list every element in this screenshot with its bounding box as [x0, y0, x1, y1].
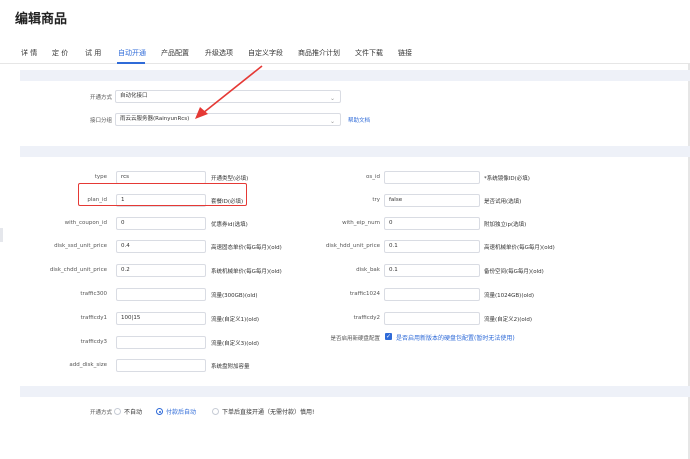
- field-label: with_eip_num: [342, 220, 380, 226]
- field-label: disk_ssd_unit_price: [54, 243, 107, 249]
- field-input[interactable]: 0: [116, 217, 206, 230]
- field-input[interactable]: [384, 312, 480, 325]
- field-label: trafficdy1: [80, 315, 107, 321]
- field-input[interactable]: [384, 288, 480, 301]
- field-hint: 流量(自定义1)(old): [211, 317, 259, 323]
- field-label: try: [372, 197, 380, 203]
- field-hint: 备份空间(每G每月)(old): [484, 269, 544, 275]
- new-disk-checkbox[interactable]: ✓: [385, 333, 392, 340]
- section-header-band: [20, 146, 690, 157]
- field-hint: 高速固态单价(每G每月)(old): [211, 245, 282, 251]
- field-label: type: [94, 174, 107, 180]
- field-input[interactable]: 100|15: [116, 312, 206, 325]
- field-input[interactable]: 0.2: [116, 264, 206, 277]
- field-label: traffic300: [80, 291, 107, 297]
- radio-no-auto[interactable]: [114, 408, 121, 415]
- field-label: disk_hdd_unit_price: [325, 243, 380, 249]
- open-mode-label: 开通方式: [89, 410, 112, 416]
- field-label: trafficdy2: [353, 315, 380, 321]
- field-input[interactable]: [384, 171, 480, 184]
- radio-open-on-order[interactable]: [212, 408, 219, 415]
- radio-no-auto-label[interactable]: 不自动: [124, 407, 142, 416]
- field-input[interactable]: 0: [384, 217, 480, 230]
- field-hint: 系统机械单价(每G每月)(old): [211, 269, 282, 275]
- field-input[interactable]: 0.4: [116, 240, 206, 253]
- field-hint: 附加独立ip(选填): [484, 222, 527, 228]
- radio-auto-after-payment[interactable]: [156, 408, 163, 415]
- field-hint: 开通类型(必填): [211, 176, 249, 182]
- field-label: trafficdy3: [80, 339, 107, 345]
- field-hint: 流量(1024GB)(old): [484, 293, 534, 299]
- field-input[interactable]: false: [384, 194, 480, 207]
- new-disk-label: 是否启用新硬盘配置: [330, 336, 380, 342]
- field-input[interactable]: [116, 288, 206, 301]
- field-label: disk_bak: [356, 267, 380, 273]
- field-hint: 系统盘附加容量: [211, 364, 250, 370]
- field-input[interactable]: 0.1: [384, 240, 480, 253]
- radio-open-on-order-label[interactable]: 下单后直接开通（无需付款）慎用!: [222, 407, 314, 416]
- field-label: disk_chdd_unit_price: [49, 267, 107, 273]
- field-input[interactable]: 0.1: [384, 264, 480, 277]
- field-hint: 是否试用(选填): [484, 199, 522, 205]
- radio-auto-after-payment-label[interactable]: 付款后自动: [166, 407, 196, 416]
- highlight-box: [78, 183, 247, 206]
- new-disk-checkbox-label[interactable]: 是否启用新版本的硬盘包配置(暂时无法使用): [396, 333, 515, 342]
- field-label: os_id: [366, 174, 380, 180]
- field-label: with_coupon_id: [64, 220, 107, 226]
- field-label: traffic1024: [349, 291, 380, 297]
- field-hint: 高速机械单价(每G每月)(old): [484, 245, 555, 251]
- field-input[interactable]: [116, 359, 206, 372]
- field-hint: *系统镜像ID(必填): [484, 176, 530, 182]
- field-input[interactable]: [116, 336, 206, 349]
- section-header-band: [20, 386, 690, 397]
- field-label: add_disk_size: [69, 362, 107, 368]
- field-hint: 流量(自定义3)(old): [211, 341, 259, 347]
- field-hint: 优惠券id(选填): [211, 222, 248, 228]
- field-hint: 流量(300GB)(old): [211, 293, 258, 299]
- field-hint: 流量(自定义2)(old): [484, 317, 532, 323]
